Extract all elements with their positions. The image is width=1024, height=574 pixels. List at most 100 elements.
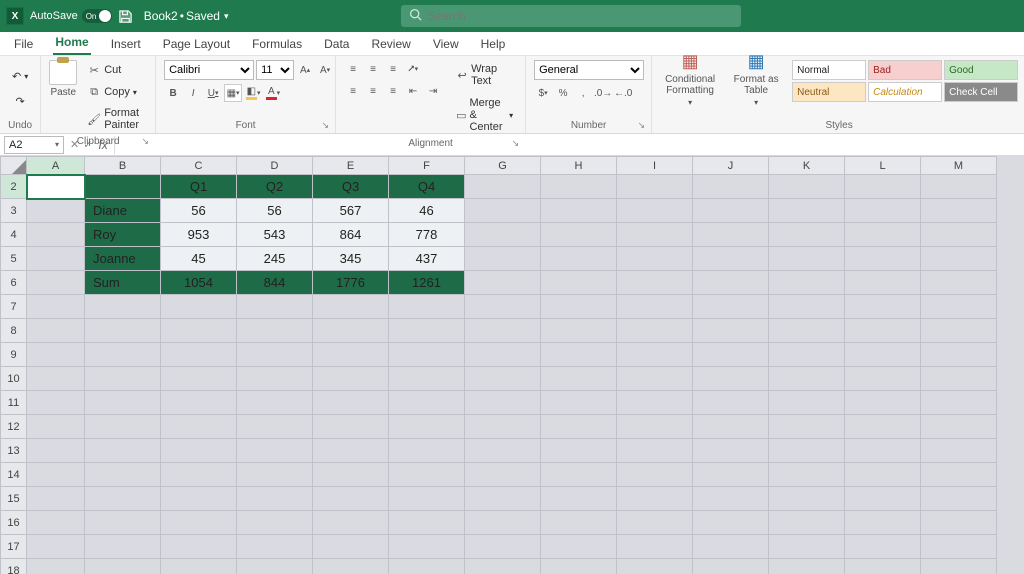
cell-F18[interactable]: [389, 559, 465, 574]
cell-C4[interactable]: 953: [161, 223, 237, 247]
cell-A7[interactable]: [27, 295, 85, 319]
cell-C9[interactable]: [161, 343, 237, 367]
cell-F4[interactable]: 778: [389, 223, 465, 247]
cell-I14[interactable]: [617, 463, 693, 487]
col-header-G[interactable]: G: [465, 157, 541, 175]
cell-E10[interactable]: [313, 367, 389, 391]
cell-G10[interactable]: [465, 367, 541, 391]
cell-D11[interactable]: [237, 391, 313, 415]
cell-L18[interactable]: [845, 559, 921, 574]
cell-G17[interactable]: [465, 535, 541, 559]
cell-M6[interactable]: [921, 271, 997, 295]
tab-page-layout[interactable]: Page Layout: [161, 33, 232, 55]
col-header-E[interactable]: E: [313, 157, 389, 175]
tab-help[interactable]: Help: [479, 33, 508, 55]
cell-C13[interactable]: [161, 439, 237, 463]
cell-G11[interactable]: [465, 391, 541, 415]
align-middle-button[interactable]: ≡: [364, 60, 382, 78]
cell-J18[interactable]: [693, 559, 769, 574]
cell-D4[interactable]: 543: [237, 223, 313, 247]
cell-C17[interactable]: [161, 535, 237, 559]
accounting-format-button[interactable]: $▾: [534, 84, 552, 102]
redo-button[interactable]: ↷: [12, 92, 29, 111]
cell-J8[interactable]: [693, 319, 769, 343]
cell-G13[interactable]: [465, 439, 541, 463]
cell-F12[interactable]: [389, 415, 465, 439]
tab-file[interactable]: File: [12, 33, 35, 55]
dialog-launcher-icon[interactable]: ↘: [512, 138, 520, 149]
cell-A11[interactable]: [27, 391, 85, 415]
borders-button[interactable]: ▦▾: [224, 84, 242, 102]
document-title[interactable]: Book2 • Saved ▾: [144, 9, 229, 23]
cell-C7[interactable]: [161, 295, 237, 319]
cell-H12[interactable]: [541, 415, 617, 439]
align-top-button[interactable]: ≡: [344, 60, 362, 78]
cell-J15[interactable]: [693, 487, 769, 511]
cell-C6[interactable]: 1054: [161, 271, 237, 295]
percent-format-button[interactable]: %: [554, 84, 572, 102]
tab-home[interactable]: Home: [53, 31, 90, 55]
cell-M2[interactable]: [921, 175, 997, 199]
cell-L17[interactable]: [845, 535, 921, 559]
col-header-H[interactable]: H: [541, 157, 617, 175]
fill-color-button[interactable]: ◧▾: [244, 84, 262, 102]
cell-L12[interactable]: [845, 415, 921, 439]
cell-F15[interactable]: [389, 487, 465, 511]
orientation-button[interactable]: ⭧▾: [404, 60, 422, 78]
cell-G6[interactable]: [465, 271, 541, 295]
cell-F9[interactable]: [389, 343, 465, 367]
cell-I11[interactable]: [617, 391, 693, 415]
row-header-17[interactable]: 17: [1, 535, 27, 559]
dialog-launcher-icon[interactable]: ↘: [322, 120, 330, 131]
cell-A12[interactable]: [27, 415, 85, 439]
cell-E6[interactable]: 1776: [313, 271, 389, 295]
cell-A3[interactable]: [27, 199, 85, 223]
cell-D5[interactable]: 245: [237, 247, 313, 271]
cell-F2[interactable]: Q4: [389, 175, 465, 199]
tab-view[interactable]: View: [431, 33, 461, 55]
cell-I6[interactable]: [617, 271, 693, 295]
tab-insert[interactable]: Insert: [109, 33, 143, 55]
cell-K13[interactable]: [769, 439, 845, 463]
cell-E14[interactable]: [313, 463, 389, 487]
row-header-11[interactable]: 11: [1, 391, 27, 415]
cell-E12[interactable]: [313, 415, 389, 439]
cell-C5[interactable]: 45: [161, 247, 237, 271]
cell-K2[interactable]: [769, 175, 845, 199]
cell-J17[interactable]: [693, 535, 769, 559]
cell-I4[interactable]: [617, 223, 693, 247]
cell-J9[interactable]: [693, 343, 769, 367]
cell-H6[interactable]: [541, 271, 617, 295]
cell-C15[interactable]: [161, 487, 237, 511]
cell-K8[interactable]: [769, 319, 845, 343]
col-header-A[interactable]: A: [27, 157, 85, 175]
cell-H18[interactable]: [541, 559, 617, 574]
cell-J5[interactable]: [693, 247, 769, 271]
save-icon[interactable]: [118, 8, 134, 24]
row-header-9[interactable]: 9: [1, 343, 27, 367]
cell-L10[interactable]: [845, 367, 921, 391]
cell-F10[interactable]: [389, 367, 465, 391]
wrap-text-button[interactable]: ↩Wrap Text: [452, 60, 517, 90]
decrease-indent-button[interactable]: ⇤: [404, 82, 422, 100]
align-bottom-button[interactable]: ≡: [384, 60, 402, 78]
cell-G2[interactable]: [465, 175, 541, 199]
cell-B5[interactable]: Joanne: [85, 247, 161, 271]
cell-M8[interactable]: [921, 319, 997, 343]
cell-D6[interactable]: 844: [237, 271, 313, 295]
cell-C2[interactable]: Q1: [161, 175, 237, 199]
cell-A9[interactable]: [27, 343, 85, 367]
row-header-14[interactable]: 14: [1, 463, 27, 487]
spreadsheet-grid[interactable]: ABCDEFGHIJKLM2Q1Q2Q3Q43Diane5656567464Ro…: [0, 156, 1024, 574]
cell-E7[interactable]: [313, 295, 389, 319]
comma-format-button[interactable]: ,: [574, 84, 592, 102]
cell-M3[interactable]: [921, 199, 997, 223]
cell-K6[interactable]: [769, 271, 845, 295]
cell-K7[interactable]: [769, 295, 845, 319]
cell-I9[interactable]: [617, 343, 693, 367]
row-header-16[interactable]: 16: [1, 511, 27, 535]
cell-M5[interactable]: [921, 247, 997, 271]
cell-J11[interactable]: [693, 391, 769, 415]
row-header-18[interactable]: 18: [1, 559, 27, 574]
row-header-2[interactable]: 2: [1, 175, 27, 199]
